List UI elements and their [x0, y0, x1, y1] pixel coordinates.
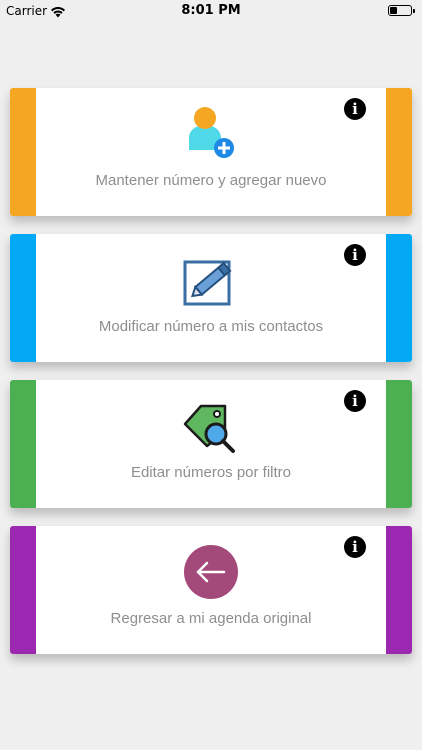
option-label: Editar números por filtro	[130, 464, 292, 481]
card-stripe-left	[10, 380, 36, 508]
card-stripe-left	[10, 526, 36, 654]
info-icon[interactable]: i	[344, 390, 366, 412]
info-icon[interactable]: i	[344, 536, 366, 558]
option-modify-contacts[interactable]: i Modificar número a mis contactos	[10, 234, 412, 362]
battery-icon	[388, 5, 415, 16]
option-return-original[interactable]: i Regresar a mi agenda original	[10, 526, 412, 654]
back-arrow-icon	[181, 542, 241, 602]
edit-icon	[181, 250, 241, 310]
card-stripe-right	[386, 380, 412, 508]
card-stripe-right	[386, 88, 412, 216]
card-stripe-right	[386, 526, 412, 654]
card-stripe-left	[10, 88, 36, 216]
add-contact-icon	[181, 104, 241, 164]
info-icon[interactable]: i	[344, 244, 366, 266]
option-edit-by-filter[interactable]: i Editar números por filtro	[10, 380, 412, 508]
option-label: Regresar a mi agenda original	[110, 610, 312, 627]
option-label: Modificar número a mis contactos	[98, 318, 324, 335]
card-stripe-left	[10, 234, 36, 362]
status-time: 8:01 PM	[181, 3, 241, 18]
option-keep-and-add[interactable]: i Mantener número y agregar nuevo	[10, 88, 412, 216]
option-label: Mantener número y agregar nuevo	[95, 172, 327, 189]
tag-search-icon	[181, 396, 241, 456]
status-bar: Carrier 8:01 PM	[0, 0, 422, 22]
card-stripe-right	[386, 234, 412, 362]
info-icon[interactable]: i	[344, 98, 366, 120]
